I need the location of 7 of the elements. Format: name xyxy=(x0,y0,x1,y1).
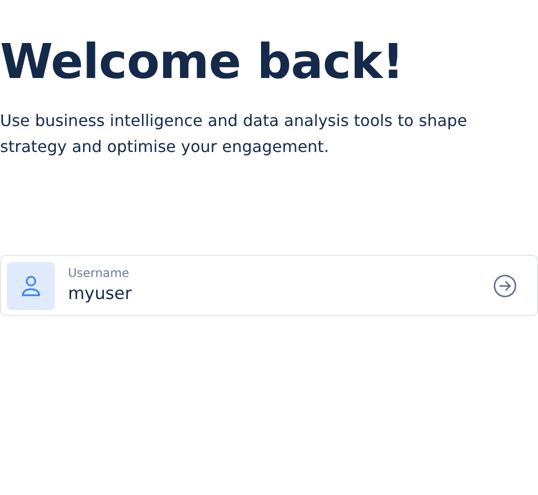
field-label: Username xyxy=(68,266,130,281)
username-input[interactable]: myuser xyxy=(68,283,448,305)
username-field[interactable]: Username myuser xyxy=(0,255,538,316)
user-icon xyxy=(7,262,55,310)
arrow-right-circle-icon[interactable] xyxy=(493,274,517,298)
page-heading: Welcome back! xyxy=(0,33,404,92)
page-subtitle: Use business intelligence and data analysis tools to shape strategy and optimise your engagement. xyxy=(0,110,468,158)
